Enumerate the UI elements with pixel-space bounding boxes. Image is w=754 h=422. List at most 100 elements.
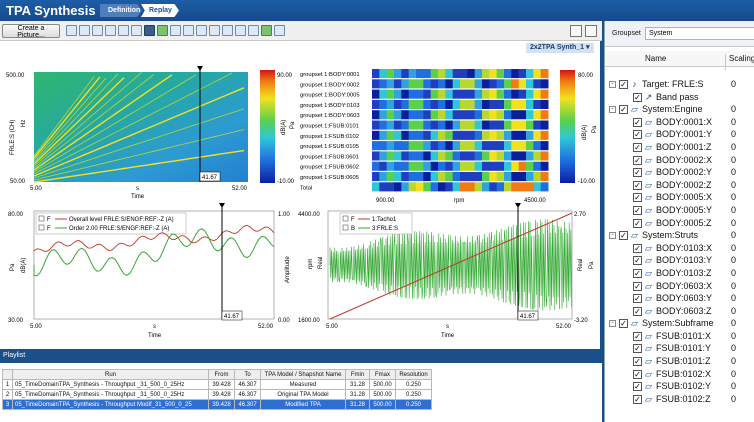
tree-item[interactable]: - ✓ ▱ System:Engine 0 (605, 103, 754, 116)
tree-item[interactable]: - ✓ ▱ System:Struts 0 (605, 229, 754, 242)
tree-item-scaling[interactable]: 0 (731, 292, 736, 305)
tree-item[interactable]: ✓ ▱ BODY:0005:X 0 (605, 191, 754, 204)
overlay-icon[interactable] (92, 25, 103, 36)
layout-icon[interactable] (66, 25, 77, 36)
create-picture-button[interactable]: Create a Picture... (2, 24, 60, 39)
refresh-icon[interactable] (261, 25, 272, 36)
tree-item-scaling[interactable]: 0 (731, 305, 736, 318)
tree-item[interactable]: ✓ ▱ BODY:0603:Y 0 (605, 292, 754, 305)
tree-item[interactable]: ✓ ▱ BODY:0005:Y 0 (605, 204, 754, 217)
tree-item[interactable]: - ✓ ♪ Target: FRLE:S 0 (605, 78, 754, 91)
play-icon[interactable] (157, 25, 168, 36)
tree-item-scaling[interactable]: 0 (731, 116, 736, 129)
column-header-fmax[interactable]: Fmax (369, 369, 396, 380)
tab-synthesis[interactable]: 2x2TPA Synth_1 ▾ (526, 43, 594, 53)
tree-item[interactable]: ✓ ▱ FSUB:0102:X 0 (605, 368, 754, 381)
tree-item-scaling[interactable]: 0 (731, 368, 736, 381)
tree-checkbox[interactable]: ✓ (619, 80, 628, 89)
legend-checkbox[interactable] (342, 215, 349, 222)
plot-icon[interactable] (79, 25, 90, 36)
tree-checkbox[interactable]: ✓ (633, 344, 642, 354)
tree-checkbox[interactable]: ✓ (633, 369, 642, 379)
tree-item[interactable]: ✓ ▱ BODY:0001:X 0 (605, 116, 754, 129)
tree-item-scaling[interactable]: 0 (731, 317, 736, 330)
tree-item-scaling[interactable]: 0 (731, 330, 736, 343)
tree-checkbox[interactable]: ✓ (633, 155, 642, 165)
tree-checkbox[interactable]: ✓ (633, 382, 642, 392)
column-header-to[interactable]: To (234, 369, 261, 380)
restore-window-button[interactable] (570, 25, 582, 37)
tree-item-scaling[interactable]: 0 (731, 267, 736, 280)
groupset-input[interactable] (645, 27, 754, 40)
tree-item-scaling[interactable]: 0 (731, 179, 736, 192)
table-row[interactable]: 3 05_TimeDomainTPA_Synthesis - Throughput… (2, 399, 432, 410)
tree-item-scaling[interactable]: 0 (731, 355, 736, 368)
tree-checkbox[interactable]: ✓ (633, 130, 642, 140)
tree-checkbox[interactable]: ✓ (619, 105, 628, 115)
column-header-run[interactable]: Run (12, 369, 209, 380)
tree-item[interactable]: ✓ ▱ BODY:0002:Z 0 (605, 179, 754, 192)
tree-checkbox[interactable]: ✓ (633, 92, 642, 102)
tree-checkbox[interactable]: ✓ (633, 193, 642, 203)
tree-item[interactable]: ✓ ▱ BODY:0001:Y 0 (605, 128, 754, 141)
tree-item-scaling[interactable]: 0 (731, 141, 736, 154)
table-icon[interactable] (170, 25, 181, 36)
tree-checkbox[interactable]: ✓ (633, 218, 642, 228)
tree-item-scaling[interactable]: 0 (731, 128, 736, 141)
sync-icon[interactable] (248, 25, 259, 36)
zoom-icon[interactable] (118, 25, 129, 36)
expander-icon[interactable]: - (609, 232, 616, 240)
tree-item[interactable]: ✓ ▱ BODY:0103:X 0 (605, 242, 754, 255)
legend-checkbox[interactable] (342, 224, 349, 231)
cursor-icon[interactable] (105, 25, 116, 36)
column-header-model[interactable]: TPA Model / Shapshot Name (260, 369, 346, 380)
tree-item[interactable]: ✓ ▱ FSUB:0101:Y 0 (605, 342, 754, 355)
tree-checkbox[interactable]: ✓ (633, 180, 642, 190)
tree-item[interactable]: ✓ ▱ BODY:0001:Z 0 (605, 141, 754, 154)
scale-icon[interactable] (235, 25, 246, 36)
list-icon[interactable] (183, 25, 194, 36)
tree-item-scaling[interactable]: 0 (731, 154, 736, 167)
tree-item-scaling[interactable]: 0 (731, 103, 736, 116)
tree-item-scaling[interactable]: 0 (731, 280, 736, 293)
expander-icon[interactable]: - (609, 106, 616, 114)
tree-checkbox[interactable]: ✓ (633, 294, 642, 304)
expander-icon[interactable]: - (609, 81, 616, 88)
tree-checkbox[interactable]: ✓ (619, 319, 628, 329)
cursor-marker-icon[interactable] (515, 203, 521, 208)
tree-item-scaling[interactable]: 0 (731, 242, 736, 255)
cursor-marker-icon[interactable] (219, 203, 225, 208)
tree-item-scaling[interactable]: 0 (731, 217, 736, 230)
tree-item[interactable]: ✓ ▱ FSUB:0101:X 0 (605, 330, 754, 343)
tree-item-scaling[interactable]: 0 (731, 380, 736, 393)
column-header-resolution[interactable]: Resolution (395, 369, 432, 380)
tree-checkbox[interactable]: ✓ (633, 142, 642, 152)
tree-item-scaling[interactable]: 0 (731, 78, 736, 91)
table-row[interactable]: 2 05_TimeDomainTPA_Synthesis - Throughput… (2, 389, 432, 400)
tree-item-scaling[interactable]: 0 (731, 204, 736, 217)
colormap-icon[interactable] (144, 25, 155, 36)
edit-window-button[interactable] (585, 25, 597, 37)
tree-checkbox[interactable]: ✓ (619, 231, 628, 241)
column-header-from[interactable]: From (208, 369, 235, 380)
breadcrumb-replay[interactable]: Replay (141, 4, 179, 17)
cursor-marker-icon[interactable] (197, 66, 203, 71)
tree-item-scaling[interactable]: 0 (731, 166, 736, 179)
grid-icon[interactable] (131, 25, 142, 36)
tree-checkbox[interactable]: ✓ (633, 394, 642, 404)
marker-icon[interactable] (222, 25, 233, 36)
tree-item[interactable]: ✓ ▱ BODY:0103:Y 0 (605, 254, 754, 267)
column-header-fmin[interactable]: Fmin (345, 369, 370, 380)
tree-checkbox[interactable]: ✓ (633, 331, 642, 341)
tree-item-scaling[interactable]: 0 (731, 393, 736, 406)
settings-icon[interactable] (274, 25, 285, 36)
legend-checkbox[interactable] (38, 215, 45, 222)
tree-item[interactable]: - ✓ ▱ System:Subframe 0 (605, 317, 754, 330)
tree-checkbox[interactable]: ✓ (633, 306, 642, 316)
tree-checkbox[interactable]: ✓ (633, 243, 642, 253)
tree-item-scaling[interactable]: 0 (731, 254, 736, 267)
filter-icon[interactable] (209, 25, 220, 36)
tree-item[interactable]: ✓ ▱ FSUB:0101:Z 0 (605, 355, 754, 368)
tree-item[interactable]: ✓ ▱ BODY:0603:Z 0 (605, 305, 754, 318)
tree-checkbox[interactable]: ✓ (633, 168, 642, 178)
